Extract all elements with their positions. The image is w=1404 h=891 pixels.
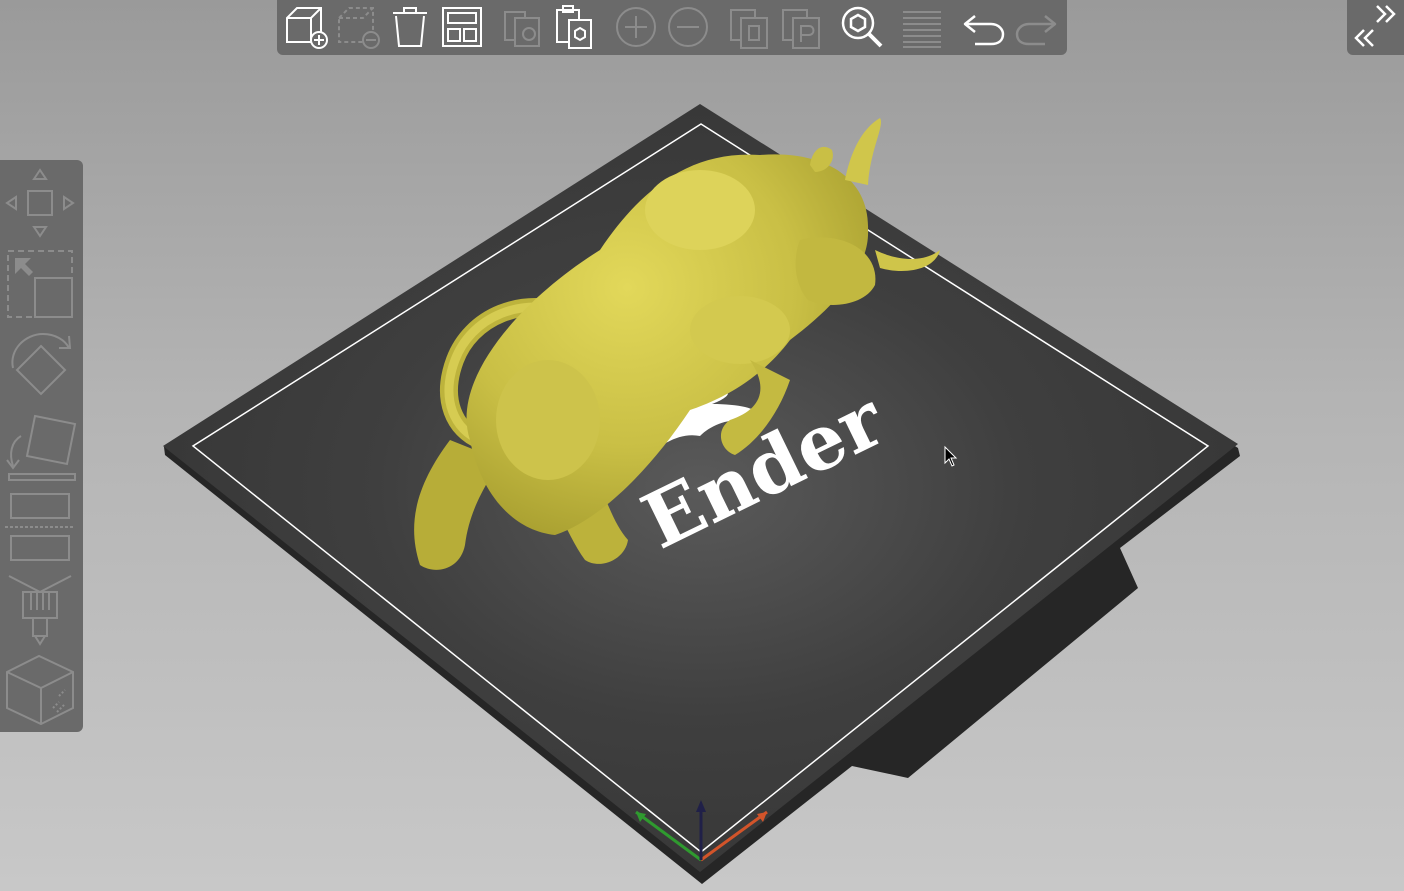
split-parts-icon <box>782 9 820 49</box>
copy-button[interactable] <box>497 2 547 52</box>
arrange-grid-icon <box>442 7 482 47</box>
move-arrows-icon <box>5 168 75 238</box>
copy-icon <box>504 11 540 47</box>
place-on-face-icon <box>6 414 77 481</box>
3d-viewport[interactable]: Ender <box>0 0 1404 891</box>
search-icon <box>841 6 883 48</box>
layers-icon <box>903 11 941 48</box>
collapse-sidebar-button[interactable] <box>1347 0 1404 55</box>
trash-icon <box>393 7 427 47</box>
split-objects-icon <box>730 9 768 49</box>
undo-button[interactable] <box>959 2 1009 52</box>
layers-editing-button[interactable] <box>897 2 947 52</box>
place-on-face-button[interactable] <box>2 408 78 484</box>
scale-icon <box>7 250 73 318</box>
add-instance-button[interactable] <box>611 2 661 52</box>
paint-brush-icon <box>8 575 72 646</box>
split-objects-button[interactable] <box>725 2 775 52</box>
redo-button[interactable] <box>1011 2 1061 52</box>
rotate-tool-button[interactable] <box>2 328 78 402</box>
paste-icon <box>556 5 592 49</box>
dashed-cube-minus-icon <box>338 7 380 49</box>
search-button[interactable] <box>837 2 887 52</box>
cut-icon <box>5 493 75 561</box>
add-object-button[interactable] <box>281 2 331 52</box>
paste-button[interactable] <box>549 2 599 52</box>
top-toolbar <box>277 0 1067 55</box>
double-chevron-icon <box>1354 5 1396 47</box>
delete-selected-button[interactable] <box>333 2 383 52</box>
paint-supports-button[interactable] <box>2 570 78 646</box>
rotate-icon <box>11 332 72 396</box>
remove-instance-button[interactable] <box>663 2 713 52</box>
cube-plus-icon <box>286 7 328 49</box>
split-parts-button[interactable] <box>777 2 827 52</box>
arrange-button[interactable] <box>437 2 487 52</box>
wireframe-cube-icon <box>6 654 74 726</box>
cut-tool-button[interactable] <box>2 490 78 564</box>
gizmo-sidebar <box>0 160 83 732</box>
scale-tool-button[interactable] <box>2 246 78 322</box>
move-tool-button[interactable] <box>2 166 78 240</box>
delete-all-button[interactable] <box>385 2 435 52</box>
minus-circle-icon <box>668 7 708 47</box>
seam-painting-button[interactable] <box>2 652 78 726</box>
redo-icon <box>1015 15 1057 46</box>
undo-icon <box>963 15 1005 46</box>
plus-circle-icon <box>616 7 656 47</box>
